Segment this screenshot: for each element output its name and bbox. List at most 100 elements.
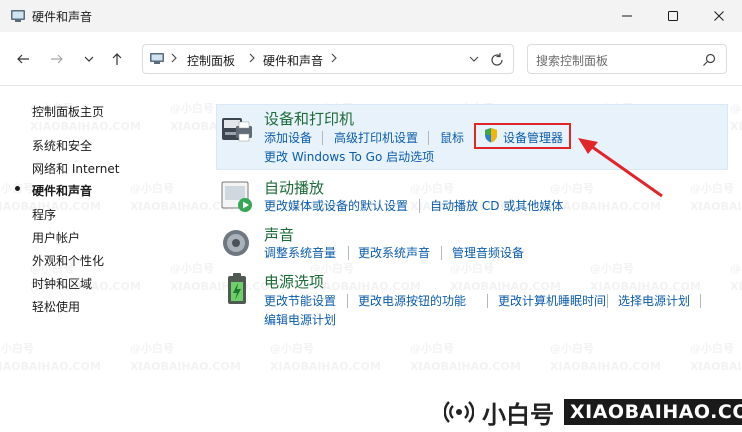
close-button[interactable] xyxy=(696,0,742,32)
arrow-right-icon xyxy=(51,54,63,64)
watermark-text: @小白号 xyxy=(270,342,314,355)
chevron-down-icon xyxy=(84,56,94,62)
watermark-text: XIAOBAIHAO.COM xyxy=(690,360,742,373)
watermark-text: @小白号 xyxy=(450,262,494,275)
title-bar: 硬件和声音 xyxy=(0,0,742,32)
maximize-icon xyxy=(668,11,678,21)
sidebar-item-appearance[interactable]: 外观和个性化 xyxy=(32,252,104,269)
link-separator xyxy=(487,294,488,308)
sidebar-item-programs[interactable]: 程序 xyxy=(32,206,56,223)
link-separator xyxy=(322,131,323,145)
watermark-text: @小白号 xyxy=(410,342,454,355)
speaker-icon xyxy=(223,230,249,256)
minimize-icon xyxy=(622,15,632,17)
link-change-system-sounds[interactable]: 更改系统声音 xyxy=(358,244,430,261)
watermark-text: @小白号 xyxy=(170,262,214,275)
watermark-text: XIAOBAIHAO.COM xyxy=(130,360,241,373)
search-input[interactable]: 搜索控制面板 xyxy=(536,52,608,69)
watermark-text: @小白号 xyxy=(130,182,174,195)
watermark-text: @小白号 xyxy=(170,102,214,115)
recent-locations-button[interactable] xyxy=(78,48,100,70)
watermark-text: XIAOBAIHAO.COM xyxy=(30,120,141,133)
link-power-button-function[interactable]: 更改电源按钮的功能 xyxy=(358,292,466,309)
link-separator xyxy=(607,294,608,308)
annotation-arrow-icon xyxy=(578,138,663,198)
sidebar-item-ease-of-access[interactable]: 轻松使用 xyxy=(32,298,80,315)
watermark-text: @小白号 xyxy=(550,342,594,355)
brand-name-cn: 小白号 xyxy=(482,401,554,429)
sidebar-item-clock-region[interactable]: 时钟和区域 xyxy=(32,275,92,292)
link-separator xyxy=(441,246,442,260)
control-panel-icon xyxy=(150,53,164,64)
maximize-button[interactable] xyxy=(650,0,696,32)
control-panel-icon xyxy=(11,10,25,22)
chevron-right-icon xyxy=(331,53,337,63)
link-manage-audio-devices[interactable]: 管理音频设备 xyxy=(452,244,524,261)
search-icon[interactable] xyxy=(702,53,716,67)
link-separator xyxy=(428,131,429,145)
watermark-text: XIAOBAIHAO.COM xyxy=(730,280,742,293)
watermark-text: XIAOBAIHAO.COM xyxy=(550,360,661,373)
back-button[interactable] xyxy=(12,48,34,70)
active-indicator xyxy=(15,186,20,191)
watermark-text: XIAOBAIHAO.COM xyxy=(690,200,742,213)
search-box[interactable]: 搜索控制面板 xyxy=(527,44,727,74)
refresh-icon[interactable] xyxy=(489,52,505,68)
sidebar-item-network[interactable]: 网络和 Internet xyxy=(32,160,119,177)
link-default-media-settings[interactable]: 更改媒体或设备的默认设置 xyxy=(264,197,408,214)
brand-name-en: XIAOBAIHAO.COM xyxy=(564,399,742,425)
window-title: 硬件和声音 xyxy=(32,10,93,24)
watermark-text: @小白号 xyxy=(730,262,742,275)
category-title-sound[interactable]: 声音 xyxy=(264,224,294,245)
brand-watermark: 小白号 XIAOBAIHAO.COM xyxy=(444,394,742,429)
sidebar-item-user-accounts[interactable]: 用户帐户 xyxy=(32,229,80,246)
watermark-text: @小白号 xyxy=(730,102,742,115)
link-sleep-time[interactable]: 更改计算机睡眠时间 xyxy=(498,292,606,309)
watermark-text: @小白号 xyxy=(690,182,734,195)
watermark-text: XIAOBAIHAO.COM xyxy=(550,200,661,213)
sidebar-item-hardware-sound[interactable]: 硬件和声音 xyxy=(32,182,92,199)
sidebar-item-system-security[interactable]: 系统和安全 xyxy=(32,137,92,154)
link-add-device[interactable]: 添加设备 xyxy=(264,129,312,146)
close-icon xyxy=(714,11,724,21)
link-autoplay-cd[interactable]: 自动播放 CD 或其他媒体 xyxy=(430,197,563,214)
link-separator xyxy=(419,199,420,213)
link-separator xyxy=(700,294,701,308)
category-title-devices-printers[interactable]: 设备和打印机 xyxy=(264,108,354,129)
forward-button[interactable] xyxy=(46,48,68,70)
link-mouse[interactable]: 鼠标 xyxy=(440,129,464,146)
category-title-autoplay[interactable]: 自动播放 xyxy=(264,177,324,198)
link-edit-power-plan[interactable]: 编辑电源计划 xyxy=(264,311,336,328)
broadcast-icon xyxy=(444,401,474,423)
arrow-up-icon xyxy=(112,53,122,65)
link-windows-to-go[interactable]: 更改 Windows To Go 启动选项 xyxy=(264,148,434,165)
breadcrumb-hardware-sound[interactable]: 硬件和声音 xyxy=(263,52,323,69)
watermark-text: @小白号 xyxy=(590,262,634,275)
autoplay-icon xyxy=(221,181,252,212)
watermark-text: @小白号 xyxy=(130,342,174,355)
link-choose-power-plan[interactable]: 选择电源计划 xyxy=(618,292,690,309)
address-dropdown-icon[interactable] xyxy=(469,54,479,64)
link-separator xyxy=(347,294,348,308)
watermark-text: @小白号 xyxy=(410,182,454,195)
arrow-left-icon xyxy=(17,54,29,64)
link-energy-saving[interactable]: 更改节能设置 xyxy=(264,292,336,309)
chevron-right-icon xyxy=(249,53,255,63)
address-bar[interactable]: 控制面板 硬件和声音 xyxy=(142,44,514,74)
watermark-text: @小白号 xyxy=(690,342,734,355)
watermark-text: XIAOBAIHAO.COM xyxy=(270,360,381,373)
up-button[interactable] xyxy=(106,48,128,70)
battery-icon xyxy=(228,273,246,304)
watermark-text: XIAOBAIHAO.COM xyxy=(410,360,521,373)
breadcrumb-control-panel[interactable]: 控制面板 xyxy=(187,52,235,69)
printer-icon xyxy=(222,118,252,142)
watermark-text: XIAOBAIHAO.COM xyxy=(730,120,742,133)
link-advanced-printer-settings[interactable]: 高级打印机设置 xyxy=(334,129,418,146)
annotation-highlight-box xyxy=(474,123,571,149)
watermark-text: XIAOBAIHAO.COM xyxy=(0,360,101,373)
category-title-power-options[interactable]: 电源选项 xyxy=(264,271,324,292)
minimize-button[interactable] xyxy=(604,0,650,32)
watermark-text: @小白号 xyxy=(0,342,34,355)
sidebar-item-home[interactable]: 控制面板主页 xyxy=(32,103,104,120)
link-adjust-volume[interactable]: 调整系统音量 xyxy=(264,244,336,261)
